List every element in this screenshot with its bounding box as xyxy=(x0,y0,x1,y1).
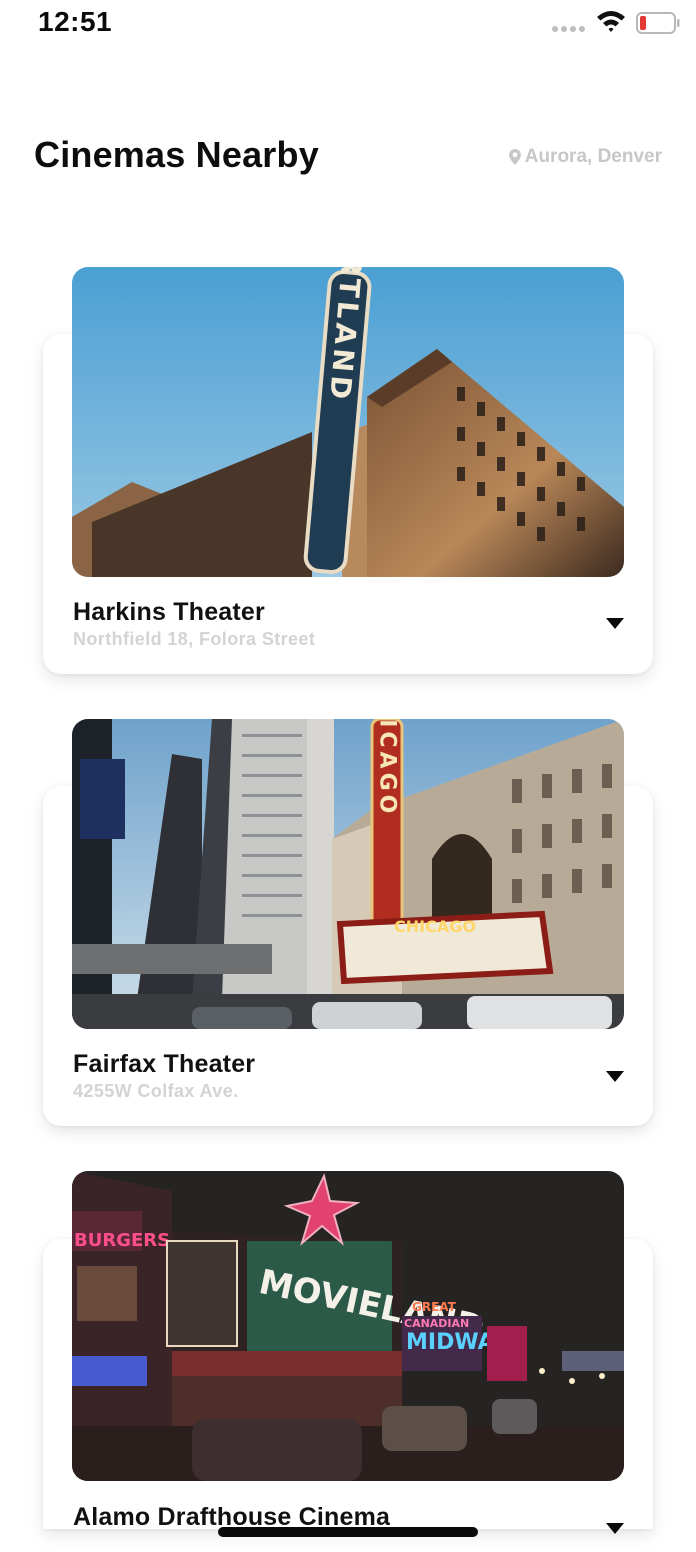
canadian-sign-text: CANADIAN xyxy=(404,1317,469,1330)
cinema-name: Fairfax Theater xyxy=(73,1050,256,1078)
chicago-marquee-text: CHICAGO xyxy=(394,917,476,936)
page-title: Cinemas Nearby xyxy=(34,134,319,175)
cinema-name: Harkins Theater xyxy=(73,598,265,626)
chicago-sign-text: CHICAGO xyxy=(375,719,400,817)
cinema-photo: BURGERS MOVIELAND GREAT CANADIAN MIDWAY xyxy=(72,1171,624,1481)
cinema-address: 4255W Colfax Ave. xyxy=(73,1081,239,1101)
burgers-sign-text: BURGERS xyxy=(74,1230,170,1251)
home-indicator[interactable] xyxy=(218,1527,478,1537)
location-selector[interactable]: Aurora, Denver xyxy=(508,146,662,168)
cinema-photo: CHICAGO CHICAGO xyxy=(72,719,624,1029)
location-label: Aurora, Denver xyxy=(524,146,662,167)
great-sign-text: GREAT xyxy=(412,1300,457,1314)
chevron-down-icon[interactable] xyxy=(606,618,624,629)
wifi-icon xyxy=(597,11,625,32)
chevron-down-icon[interactable] xyxy=(606,1523,624,1534)
location-pin-icon xyxy=(508,149,521,165)
cinema-photo: PORTLAND xyxy=(72,267,624,577)
battery-low-icon xyxy=(636,12,680,34)
cellular-signal-icon xyxy=(552,26,588,34)
status-bar: 12:51 xyxy=(0,0,696,46)
chevron-down-icon[interactable] xyxy=(606,1071,624,1082)
cinema-address: Northfield 18, Folora Street xyxy=(73,629,316,649)
status-time: 12:51 xyxy=(38,6,113,37)
